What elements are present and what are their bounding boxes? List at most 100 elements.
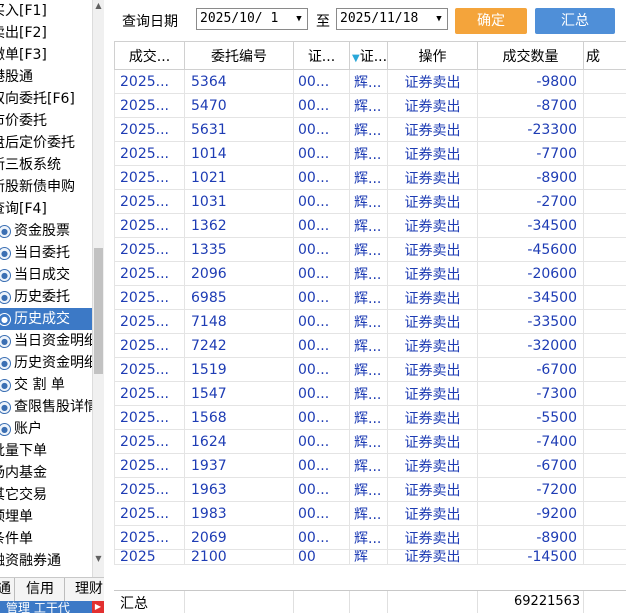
sidebar-item[interactable]: ● 账户 (0, 418, 92, 440)
table-row[interactable]: 2025... 1362 00... 辉... 证券卖出 -34500 (114, 213, 626, 238)
sidebar-item[interactable]: ● 历史成交 (0, 308, 92, 330)
cell-security-code: 00 (293, 549, 350, 565)
sidebar-item[interactable]: 双向委托[F6] (0, 88, 92, 110)
sidebar-item[interactable]: 市价委托 (0, 110, 92, 132)
table-row[interactable]: 2025... 5470 00... 辉... 证券卖出 -8700 (114, 93, 626, 118)
cell-security-name: 辉... (349, 117, 388, 142)
sidebar-item-label: 历史成交 (14, 311, 70, 327)
scroll-down-icon[interactable]: ▼ (93, 553, 104, 564)
sidebar-item[interactable]: 场内基金 (0, 462, 92, 484)
tab-credit[interactable]: 信用 (14, 578, 65, 601)
corner-arrow-icon[interactable]: ▶ (92, 601, 104, 613)
table-row[interactable]: 2025... 2096 00... 辉... 证券卖出 -20600 (114, 261, 626, 286)
cell-security-code: 00... (293, 141, 350, 166)
sidebar-item[interactable]: ● 查限售股详情 (0, 396, 92, 418)
sidebar-item-label: 撤单[F3] (0, 47, 47, 63)
main-panel: 查询日期 2025/10/ 1 ▼ 至 2025/11/18 ▼ 确定 汇总 成… (110, 0, 626, 613)
table-row[interactable]: 2025... 1624 00... 辉... 证券卖出 -7400 (114, 429, 626, 454)
cell-trade-qty: -2700 (477, 189, 584, 214)
query-date-label: 查询日期 (122, 14, 178, 30)
col-header-order-no[interactable]: 委托编号 (184, 41, 294, 70)
table-row[interactable]: 2025... 1937 00... 辉... 证券卖出 -6700 (114, 453, 626, 478)
table-row[interactable]: 2025... 7148 00... 辉... 证券卖出 -33500 (114, 309, 626, 334)
table-row[interactable]: 2025... 1547 00... 辉... 证券卖出 -7300 (114, 381, 626, 406)
table-row[interactable]: 2025... 1031 00... 辉... 证券卖出 -2700 (114, 189, 626, 214)
table-row[interactable]: 2025... 1021 00... 辉... 证券卖出 -8900 (114, 165, 626, 190)
cell-security-code: 00... (293, 477, 350, 502)
cell-trade-date: 2025... (114, 309, 185, 334)
sidebar-item[interactable]: ● 历史资金明细 (0, 352, 92, 374)
cell-trade-qty: -7700 (477, 141, 584, 166)
cell-trade-qty: -6700 (477, 453, 584, 478)
table-row[interactable]: 2025... 6985 00... 辉... 证券卖出 -34500 (114, 285, 626, 310)
sidebar-item[interactable]: 卖出[F2] (0, 22, 92, 44)
sidebar-item[interactable]: 批量下单 (0, 440, 92, 462)
table-row[interactable]: 2025... 1983 00... 辉... 证券卖出 -9200 (114, 501, 626, 526)
circle-icon: ● (0, 291, 11, 304)
table-row[interactable]: 2025... 1519 00... 辉... 证券卖出 -6700 (114, 357, 626, 382)
query-bar: 查询日期 2025/10/ 1 ▼ 至 2025/11/18 ▼ 确定 汇总 (110, 0, 626, 40)
cell-order-no: 7148 (184, 309, 294, 334)
sidebar-item[interactable]: ● 当日资金明细 (0, 330, 92, 352)
scroll-up-icon[interactable]: ▲ (93, 0, 104, 11)
cell-trade-date: 2025 (114, 549, 185, 565)
col-header-trade-date[interactable]: 成交... (114, 41, 185, 70)
sidebar-item[interactable]: ● 当日成交 (0, 264, 92, 286)
col-header-operation[interactable]: 操作 (387, 41, 478, 70)
sidebar-item[interactable]: ● 历史委托 (0, 286, 92, 308)
confirm-button[interactable]: 确定 (455, 8, 527, 34)
col-header-more[interactable]: 成 (583, 41, 626, 70)
sidebar-item[interactable]: 盘后定价委托 (0, 132, 92, 154)
cell-security-code: 00... (293, 357, 350, 382)
tab-normal[interactable]: 普通 (0, 578, 14, 601)
sidebar-item[interactable]: ● 当日委托 (0, 242, 92, 264)
table-row[interactable]: 2025... 5631 00... 辉... 证券卖出 -23300 (114, 117, 626, 142)
cell-security-code: 00... (293, 213, 350, 238)
scrollbar-thumb[interactable] (94, 248, 103, 374)
sidebar-item[interactable]: 新股新债申购 (0, 176, 92, 198)
cell-order-no: 7242 (184, 333, 294, 358)
sidebar-item[interactable]: ● 资金股票 (0, 220, 92, 242)
sidebar-item[interactable]: 撤单[F3] (0, 44, 92, 66)
start-date-picker[interactable]: 2025/10/ 1 ▼ (196, 8, 308, 30)
sidebar-item[interactable]: 港股通 (0, 66, 92, 88)
cell-more (583, 93, 626, 118)
chevron-down-icon[interactable]: ▼ (431, 9, 447, 29)
nav-scrollbar[interactable]: ▲ ▼ (92, 0, 104, 577)
sidebar-item[interactable]: 买入[F1] (0, 0, 92, 22)
table-row[interactable]: 2025... 1568 00... 辉... 证券卖出 -5500 (114, 405, 626, 430)
summary-divider (184, 591, 185, 613)
col-header-security-name[interactable]: ▼证... (349, 41, 388, 70)
end-date-picker[interactable]: 2025/11/18 ▼ (336, 8, 448, 30)
sidebar-item-label: 查询[F4] (0, 201, 47, 217)
sidebar-item[interactable]: 预埋单 (0, 506, 92, 528)
sidebar-item[interactable]: 其它交易 (0, 484, 92, 506)
col-header-security-code[interactable]: 证... (293, 41, 350, 70)
table-row[interactable]: 2025 2100 00 辉证券卖出 -14500 (114, 549, 626, 565)
cell-order-no: 1983 (184, 501, 294, 526)
cell-more (583, 477, 626, 502)
chevron-down-icon[interactable]: ▼ (291, 9, 307, 29)
tab-finance[interactable]: 理财 (64, 578, 104, 601)
table-row[interactable]: 2025... 1014 00... 辉... 证券卖出 -7700 (114, 141, 626, 166)
sidebar-item[interactable]: 新三板系统 (0, 154, 92, 176)
table-row[interactable]: 2025... 1335 00... 辉... 证券卖出 -45600 (114, 237, 626, 262)
col-header-trade-qty[interactable]: 成交数量 (477, 41, 584, 70)
table-row[interactable]: 2025... 5364 00... 辉... 证券卖出 -9800 (114, 69, 626, 94)
cell-trade-date: 2025... (114, 453, 185, 478)
summary-button[interactable]: 汇总 (535, 8, 615, 34)
cell-more (583, 261, 626, 286)
sidebar-item-label: 当日资金明细 (14, 333, 92, 349)
table-row[interactable]: 2025... 2069 00... 辉... 证券卖出 -8900 (114, 525, 626, 550)
cell-order-no: 2100 (184, 549, 294, 565)
sidebar-item[interactable]: 查询[F4] (0, 198, 92, 220)
sidebar-item[interactable]: 融资融券通 (0, 550, 92, 572)
table-row[interactable]: 2025... 1963 00... 辉... 证券卖出 -7200 (114, 477, 626, 502)
table-row[interactable]: 2025... 7242 00... 辉... 证券卖出 -32000 (114, 333, 626, 358)
cell-order-no: 1021 (184, 165, 294, 190)
sidebar-item[interactable]: 条件单 (0, 528, 92, 550)
circle-icon: ● (0, 313, 11, 326)
cell-operation: 证券卖出 (387, 261, 478, 286)
sidebar-item[interactable]: ● 交 割 单 (0, 374, 92, 396)
cell-security-name: 辉... (349, 405, 388, 430)
